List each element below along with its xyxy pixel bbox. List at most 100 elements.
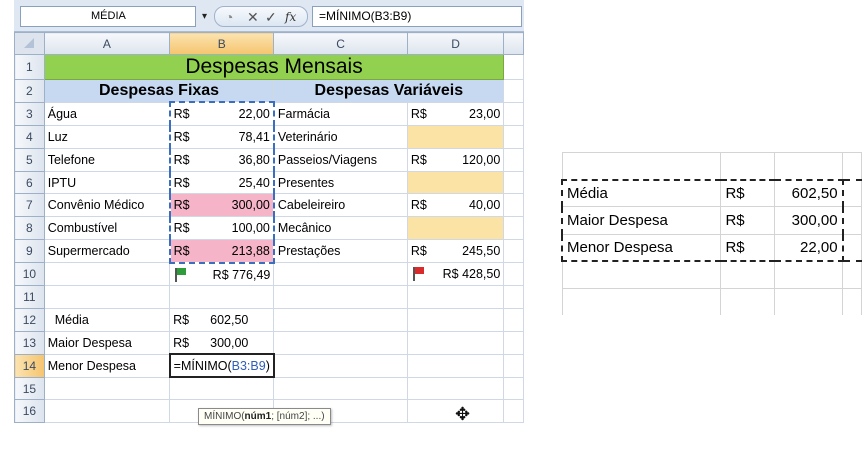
cell[interactable] — [561, 152, 722, 181]
cell[interactable] — [503, 101, 524, 126]
cell[interactable] — [406, 353, 505, 378]
row-header[interactable]: 7 — [14, 193, 45, 218]
cell[interactable] — [273, 353, 408, 378]
row-header[interactable]: 3 — [14, 101, 45, 126]
pasted-label[interactable]: Maior Despesa — [561, 206, 722, 235]
row-header[interactable]: 5 — [14, 147, 45, 172]
fixed-expense-name[interactable]: Telefone — [43, 147, 171, 172]
cell[interactable] — [273, 285, 408, 309]
cell[interactable] — [503, 353, 524, 378]
row-header[interactable]: 10 — [14, 262, 45, 287]
fixed-expense-value[interactable]: R$ 78,41 — [168, 124, 275, 149]
cell[interactable] — [43, 285, 171, 309]
variable-expenses-total[interactable]: R$ 428,50 — [406, 262, 505, 287]
pasted-label[interactable]: Média — [561, 178, 722, 208]
cell[interactable] — [503, 376, 524, 401]
cell[interactable] — [169, 285, 275, 309]
cell[interactable] — [503, 54, 524, 80]
variable-expense-name[interactable]: Passeios/Viagens — [273, 147, 408, 172]
cancel-icon[interactable]: ✕ — [247, 8, 259, 26]
column-header-d[interactable]: D — [406, 32, 505, 55]
cell[interactable] — [720, 261, 775, 289]
fixed-expense-name[interactable]: Convênio Médico — [43, 193, 171, 218]
variable-expenses-header[interactable]: Despesas Variáveis — [273, 79, 505, 103]
pasted-label[interactable]: Menor Despesa — [561, 234, 722, 263]
name-box[interactable]: MÉDIA — [20, 6, 196, 27]
fixed-expense-value[interactable]: R$ 213,88 — [168, 239, 275, 264]
cell[interactable] — [561, 261, 722, 289]
row-header[interactable]: 15 — [14, 376, 45, 401]
cell[interactable] — [774, 288, 844, 315]
cell[interactable] — [503, 399, 524, 424]
cell[interactable] — [406, 285, 505, 309]
cell[interactable] — [503, 124, 524, 149]
row-header[interactable]: 14 — [14, 353, 45, 378]
variable-expense-value[interactable] — [406, 170, 505, 195]
cell[interactable] — [842, 206, 862, 235]
cell[interactable] — [43, 399, 171, 424]
fixed-expense-value[interactable]: R$ 100,00 — [168, 216, 275, 241]
cell[interactable] — [406, 376, 505, 401]
variable-expense-value[interactable]: R$ 40,00 — [406, 193, 505, 218]
fixed-expense-value[interactable]: R$ 25,40 — [168, 170, 275, 195]
cell[interactable] — [169, 376, 275, 401]
pasted-value[interactable]: 602,50 — [774, 178, 844, 208]
fixed-expense-name[interactable]: Luz — [43, 124, 171, 149]
stat-label[interactable]: Média — [43, 307, 171, 332]
name-box-dropdown-icon[interactable]: ▾ — [202, 6, 207, 27]
cell[interactable] — [273, 376, 408, 401]
column-header-c[interactable]: C — [273, 32, 408, 55]
cell[interactable] — [273, 330, 408, 355]
select-all-corner[interactable] — [14, 32, 45, 55]
row-header[interactable]: 16 — [14, 399, 45, 424]
stat-value[interactable]: R$ 300,00 — [169, 330, 275, 355]
variable-expense-name[interactable]: Farmácia — [273, 101, 408, 126]
cell[interactable] — [503, 79, 524, 103]
variable-expense-value[interactable] — [406, 124, 505, 149]
cell[interactable] — [503, 285, 524, 309]
pasted-currency[interactable]: R$ — [720, 234, 775, 263]
variable-expense-name[interactable]: Presentes — [273, 170, 408, 195]
enter-check-icon[interactable]: ✓ — [265, 8, 277, 26]
cell[interactable] — [406, 307, 505, 332]
fixed-expense-name[interactable]: IPTU — [43, 170, 171, 195]
cell[interactable] — [273, 262, 408, 287]
fixed-expense-name[interactable]: Água — [43, 101, 171, 126]
cell[interactable] — [503, 330, 524, 355]
fixed-expenses-total[interactable]: R$ 776,49 — [169, 262, 275, 287]
variable-expense-name[interactable]: Cabeleireiro — [273, 193, 408, 218]
row-header[interactable]: 9 — [14, 239, 45, 264]
cell[interactable] — [842, 288, 862, 315]
cell[interactable] — [842, 178, 862, 208]
cell[interactable] — [503, 170, 524, 195]
cell[interactable] — [503, 307, 524, 332]
fixed-expense-value[interactable]: R$ 36,80 — [168, 147, 275, 172]
cell[interactable] — [406, 330, 505, 355]
active-cell-editor[interactable]: =MÍNIMO(B3:B9) — [168, 353, 275, 379]
stat-label[interactable]: Maior Despesa — [43, 330, 171, 355]
cell[interactable] — [842, 261, 862, 289]
variable-expense-value[interactable]: R$ 120,00 — [406, 147, 505, 172]
insert-function-icon[interactable]: fx — [285, 8, 296, 26]
pasted-currency[interactable]: R$ — [720, 178, 775, 208]
cell[interactable] — [842, 234, 862, 263]
row-header[interactable]: 11 — [14, 285, 45, 309]
cell[interactable] — [774, 261, 844, 289]
row-header[interactable]: 12 — [14, 307, 45, 332]
cell[interactable] — [43, 376, 171, 401]
variable-expense-value[interactable]: R$ 23,00 — [406, 101, 505, 126]
variable-expense-name[interactable]: Veterinário — [273, 124, 408, 149]
fixed-expenses-header[interactable]: Despesas Fixas — [43, 79, 275, 103]
cell[interactable] — [561, 288, 722, 315]
pasted-value[interactable]: 300,00 — [774, 206, 844, 235]
fixed-expense-value[interactable]: R$ 22,00 — [168, 101, 275, 126]
fixed-expense-name[interactable]: Supermercado — [43, 239, 171, 264]
row-header[interactable]: 1 — [14, 54, 45, 80]
variable-expense-value[interactable] — [406, 216, 505, 241]
stat-value[interactable]: R$ 602,50 — [169, 307, 275, 332]
row-header[interactable]: 2 — [14, 79, 45, 103]
variable-expense-name[interactable]: Mecânico — [273, 216, 408, 241]
cell[interactable] — [273, 307, 408, 332]
column-header-a[interactable]: A — [43, 32, 171, 55]
row-header[interactable]: 6 — [14, 170, 45, 195]
